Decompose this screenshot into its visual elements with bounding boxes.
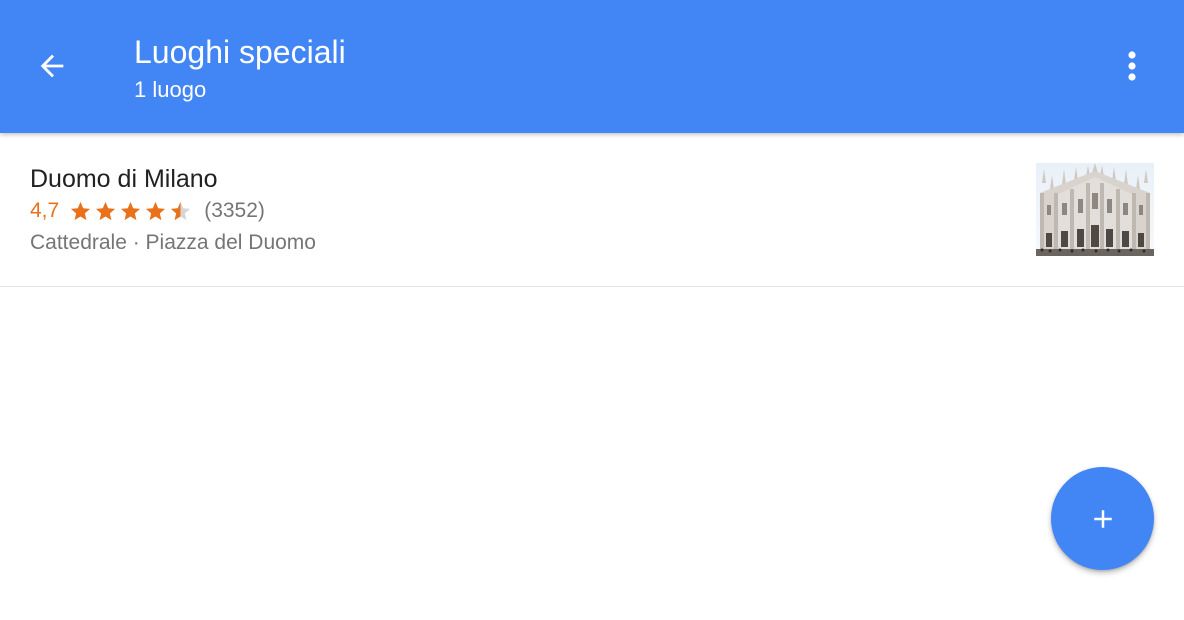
- star-half-icon: [171, 201, 191, 220]
- star-icon: [71, 201, 91, 220]
- page-subtitle: 1 luogo: [134, 77, 207, 102]
- cathedral-photo: [1036, 163, 1154, 256]
- arrow-back-icon: [40, 54, 64, 78]
- rating-row: 4,7 (3352): [30, 197, 265, 225]
- rating-stars: [69, 200, 194, 223]
- overflow-menu-button[interactable]: [1106, 38, 1158, 94]
- add-place-button[interactable]: [1051, 467, 1154, 570]
- more-vert-icon: [1128, 51, 1136, 81]
- star-icon: [96, 201, 116, 220]
- review-count: (3352): [204, 199, 265, 222]
- star-icon: [121, 201, 141, 220]
- star-icon: [146, 201, 166, 220]
- back-button[interactable]: [24, 38, 80, 94]
- list-item[interactable]: Duomo di Milano 4,7 (3352) Cattedrale · …: [0, 133, 1184, 287]
- page-title: Luoghi speciali: [134, 34, 346, 70]
- place-details: Cattedrale · Piazza del Duomo: [30, 231, 316, 254]
- rating-value: 4,7: [30, 199, 60, 222]
- place-thumbnail[interactable]: [1036, 163, 1154, 256]
- app-bar: Luoghi speciali 1 luogo: [0, 0, 1184, 133]
- plus-icon: [1093, 509, 1112, 528]
- place-name: Duomo di Milano: [30, 165, 218, 193]
